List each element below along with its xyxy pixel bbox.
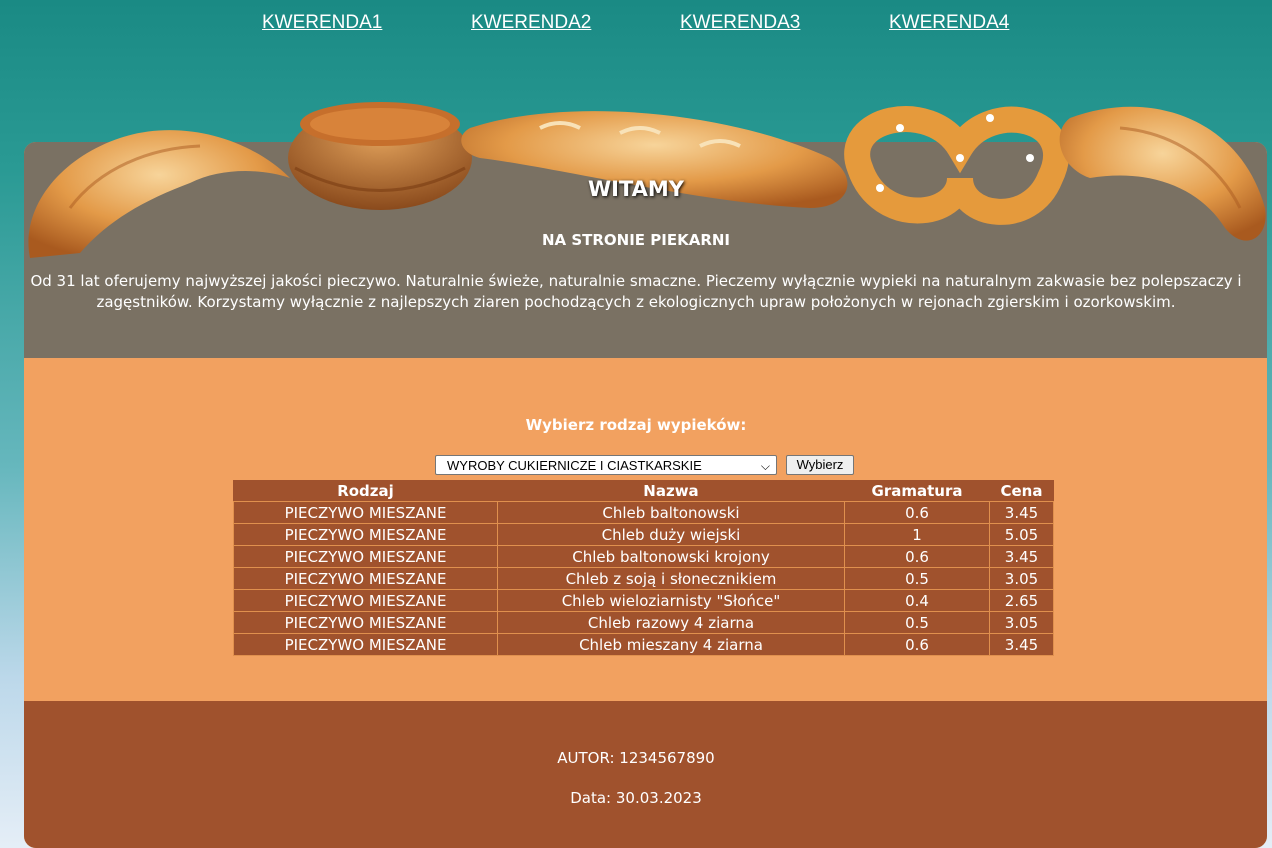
table-row: PIECZYWO MIESZANE Chleb wieloziarnisty "… bbox=[233, 589, 1054, 612]
cell-rodzaj: PIECZYWO MIESZANE bbox=[233, 633, 498, 656]
category-select-value: WYROBY CUKIERNICZE I CIASTKARSKIE bbox=[447, 458, 702, 473]
nav-link-kwerenda2[interactable]: KWERENDA2 bbox=[471, 12, 591, 34]
cell-gramatura: 0.4 bbox=[844, 589, 990, 612]
cell-gramatura: 0.5 bbox=[844, 611, 990, 634]
cell-rodzaj: PIECZYWO MIESZANE bbox=[233, 545, 498, 568]
nav-link-kwerenda1[interactable]: KWERENDA1 bbox=[262, 12, 382, 34]
cell-cena: 3.05 bbox=[989, 567, 1054, 590]
cell-rodzaj: PIECZYWO MIESZANE bbox=[233, 611, 498, 634]
products-table: Rodzaj Nazwa Gramatura Cena PIECZYWO MIE… bbox=[233, 480, 1054, 656]
page-title: WITAMY bbox=[587, 177, 685, 201]
cell-nazwa: Chleb baltonowski bbox=[497, 501, 845, 524]
cell-rodzaj: PIECZYWO MIESZANE bbox=[233, 523, 498, 546]
intro-text: Od 31 lat oferujemy najwyższej jakości p… bbox=[30, 272, 1242, 311]
category-select[interactable]: WYROBY CUKIERNICZE I CIASTKARSKIE ⌵ bbox=[435, 455, 777, 475]
column-header: Nazwa bbox=[643, 481, 699, 500]
table-row: PIECZYWO MIESZANE Chleb baltonowski kroj… bbox=[233, 545, 1054, 568]
author-text: AUTOR: 1234567890 bbox=[557, 749, 715, 767]
page-subtitle: NA STRONIE PIEKARNI bbox=[541, 231, 731, 249]
cell-nazwa: Chleb wieloziarnisty "Słońce" bbox=[497, 589, 845, 612]
table-header-row: Rodzaj Nazwa Gramatura Cena bbox=[234, 480, 1054, 502]
cell-cena: 3.45 bbox=[989, 545, 1054, 568]
cell-nazwa: Chleb z soją i słonecznikiem bbox=[497, 567, 845, 590]
column-header: Gramatura bbox=[871, 481, 963, 500]
choose-label: Wybierz rodzaj wypieków: bbox=[525, 416, 747, 434]
cell-nazwa: Chleb duży wiejski bbox=[497, 523, 845, 546]
column-header: Rodzaj bbox=[337, 481, 394, 500]
cell-nazwa: Chleb mieszany 4 ziarna bbox=[497, 633, 845, 656]
table-row: PIECZYWO MIESZANE Chleb duży wiejski 1 5… bbox=[233, 523, 1054, 546]
cell-cena: 5.05 bbox=[989, 523, 1054, 546]
date-text: Data: 30.03.2023 bbox=[570, 789, 702, 807]
cell-cena: 3.05 bbox=[989, 611, 1054, 634]
cell-cena: 2.65 bbox=[989, 589, 1054, 612]
chevron-down-icon: ⌵ bbox=[760, 459, 770, 473]
cell-nazwa: Chleb baltonowski krojony bbox=[497, 545, 845, 568]
table-row: PIECZYWO MIESZANE Chleb mieszany 4 ziarn… bbox=[233, 633, 1054, 656]
cell-rodzaj: PIECZYWO MIESZANE bbox=[233, 501, 498, 524]
cell-gramatura: 0.6 bbox=[844, 501, 990, 524]
cell-gramatura: 0.6 bbox=[844, 545, 990, 568]
column-header: Cena bbox=[1000, 481, 1043, 500]
cell-cena: 3.45 bbox=[989, 501, 1054, 524]
cell-rodzaj: PIECZYWO MIESZANE bbox=[233, 567, 498, 590]
cell-gramatura: 0.5 bbox=[844, 567, 990, 590]
nav-link-kwerenda3[interactable]: KWERENDA3 bbox=[680, 12, 800, 34]
nav-link-kwerenda4[interactable]: KWERENDA4 bbox=[889, 12, 1009, 34]
cell-nazwa: Chleb razowy 4 ziarna bbox=[497, 611, 845, 634]
top-navigation: KWERENDA1 KWERENDA2 KWERENDA3 KWERENDA4 bbox=[0, 12, 1272, 42]
table-row: PIECZYWO MIESZANE Chleb z soją i słonecz… bbox=[233, 567, 1054, 590]
cell-cena: 3.45 bbox=[989, 633, 1054, 656]
table-row: PIECZYWO MIESZANE Chleb baltonowski 0.6 … bbox=[233, 501, 1054, 524]
cell-rodzaj: PIECZYWO MIESZANE bbox=[233, 589, 498, 612]
footer-section bbox=[24, 701, 1267, 848]
submit-button[interactable]: Wybierz bbox=[786, 455, 854, 475]
cell-gramatura: 1 bbox=[844, 523, 990, 546]
cell-gramatura: 0.6 bbox=[844, 633, 990, 656]
croissant-right-icon bbox=[1059, 106, 1266, 241]
table-row: PIECZYWO MIESZANE Chleb razowy 4 ziarna … bbox=[233, 611, 1054, 634]
